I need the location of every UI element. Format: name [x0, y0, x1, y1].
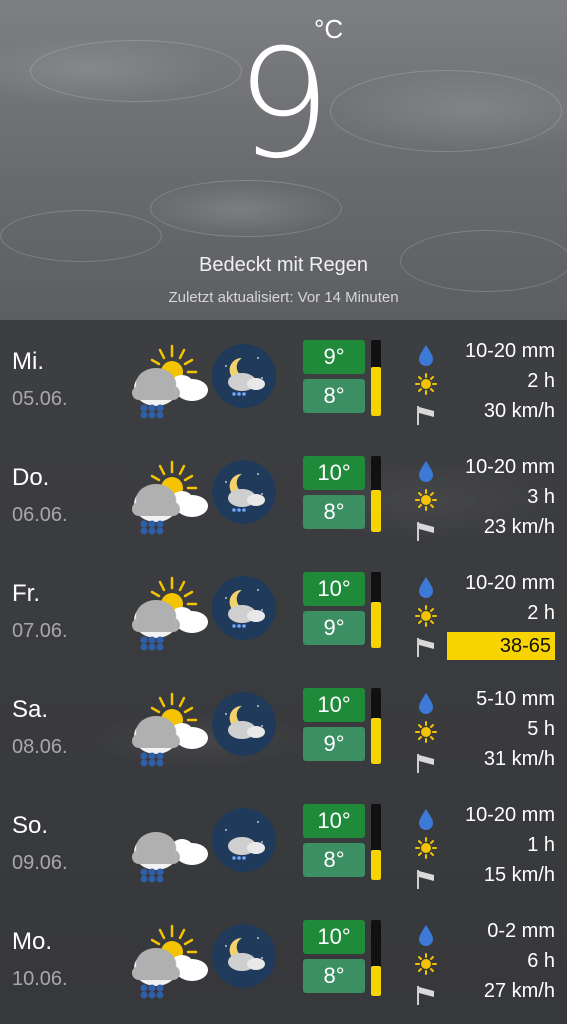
wind-flag-icon	[415, 636, 437, 658]
sunshine-bar-fill	[371, 366, 381, 416]
min-temp-badge: 8°	[303, 843, 365, 877]
forecast-row-4[interactable]: So. 09.06. 10° 8° 10-20 mm 1 h 15 km/h	[0, 784, 567, 900]
date-label: 08.06.	[12, 736, 68, 758]
day-weather-icon	[128, 806, 212, 884]
night-weather-icon	[212, 692, 276, 756]
night-weather-icon	[212, 576, 276, 640]
sunshine-bar-fill	[371, 965, 381, 996]
rain-amount: 10-20 mm	[464, 804, 555, 826]
forecast-row-3[interactable]: Sa. 08.06. 10° 9° 5-10 mm 5 h 31 km/h	[0, 668, 567, 784]
day-weather-icon	[128, 574, 212, 652]
sunshine-hours: 2 h	[527, 370, 555, 392]
current-condition: Bedeckt mit Regen	[199, 254, 368, 276]
last-updated: Zuletzt aktualisiert: Vor 14 Minuten	[168, 289, 399, 306]
date-label: 10.06.	[12, 968, 68, 990]
night-weather-icon	[212, 808, 276, 872]
forecast-row-2[interactable]: Fr. 07.06. 10° 9° 10-20 mm 2 h 38-65	[0, 552, 567, 668]
current-weather-header: 9 °C Bedeckt mit Regen Zuletzt aktualisi…	[0, 0, 567, 320]
day-weather-icon	[128, 922, 212, 1000]
day-label: Sa.	[12, 696, 49, 723]
night-weather-icon	[212, 344, 276, 408]
wind-gust-warning: 38-65	[447, 632, 555, 660]
max-temp-badge: 10°	[303, 920, 365, 954]
sunshine-hours: 3 h	[527, 486, 555, 508]
date-label: 09.06.	[12, 852, 68, 874]
night-weather-icon	[212, 924, 276, 988]
day-weather-icon	[128, 690, 212, 768]
forecast-row-5[interactable]: Mo. 10.06. 10° 8° 0-2 mm 6 h 27 km/h	[0, 900, 567, 1016]
wind-speed: 23 km/h	[483, 516, 555, 538]
day-label: Do.	[12, 464, 50, 491]
day-weather-icon	[128, 342, 212, 420]
date-label: 06.06.	[12, 504, 68, 526]
day-label: Mo.	[12, 928, 53, 955]
night-weather-icon	[212, 460, 276, 524]
wind-speed: 30 km/h	[483, 400, 555, 422]
sunshine-bar	[371, 572, 381, 648]
sunshine-bar-fill	[371, 849, 381, 880]
max-temp-badge: 10°	[303, 456, 365, 490]
rain-amount: 5-10 mm	[476, 688, 555, 710]
wind-speed: 15 km/h	[483, 864, 555, 886]
min-temp-badge: 8°	[303, 959, 365, 993]
min-temp-badge: 8°	[303, 495, 365, 529]
rain-amount: 0-2 mm	[487, 920, 555, 942]
max-temp-badge: 9°	[303, 340, 365, 374]
sunshine-bar	[371, 456, 381, 532]
forecast-list[interactable]: Mi. 05.06. 9° 8° 10-20 mm 2 h 30 km/h Do…	[0, 320, 567, 1024]
sunshine-bar	[371, 688, 381, 764]
forecast-row-0[interactable]: Mi. 05.06. 9° 8° 10-20 mm 2 h 30 km/h	[0, 320, 567, 436]
sunshine-bar-fill	[371, 602, 381, 648]
rain-amount: 10-20 mm	[464, 340, 555, 362]
forecast-row-1[interactable]: Do. 06.06. 10° 8° 10-20 mm 3 h 23 km/h	[0, 436, 567, 552]
rain-amount: 10-20 mm	[464, 572, 555, 594]
min-temp-badge: 9°	[303, 727, 365, 761]
day-weather-icon	[128, 458, 212, 536]
sunshine-hours: 6 h	[527, 950, 555, 972]
sunshine-bar-fill	[371, 490, 381, 532]
min-temp-badge: 9°	[303, 611, 365, 645]
sunshine-bar	[371, 340, 381, 416]
max-temp-badge: 10°	[303, 688, 365, 722]
max-temp-badge: 10°	[303, 572, 365, 606]
day-label: Fr.	[12, 580, 40, 607]
date-label: 07.06.	[12, 620, 68, 642]
rain-amount: 10-20 mm	[464, 456, 555, 478]
sunshine-hours: 2 h	[527, 602, 555, 624]
max-temp-badge: 10°	[303, 804, 365, 838]
temperature-unit: °C	[314, 14, 344, 44]
min-temp-badge: 8°	[303, 379, 365, 413]
day-label: So.	[12, 812, 49, 839]
wind-speed: 27 km/h	[483, 980, 555, 1002]
sunshine-hours: 5 h	[527, 718, 555, 740]
sunshine-bar	[371, 920, 381, 996]
sunshine-bar	[371, 804, 381, 880]
current-temperature: 9	[235, 18, 332, 192]
sunshine-bar-fill	[371, 718, 381, 764]
sunshine-hours: 1 h	[527, 834, 555, 856]
wind-speed: 31 km/h	[483, 748, 555, 770]
date-label: 05.06.	[12, 388, 68, 410]
day-label: Mi.	[12, 348, 44, 375]
